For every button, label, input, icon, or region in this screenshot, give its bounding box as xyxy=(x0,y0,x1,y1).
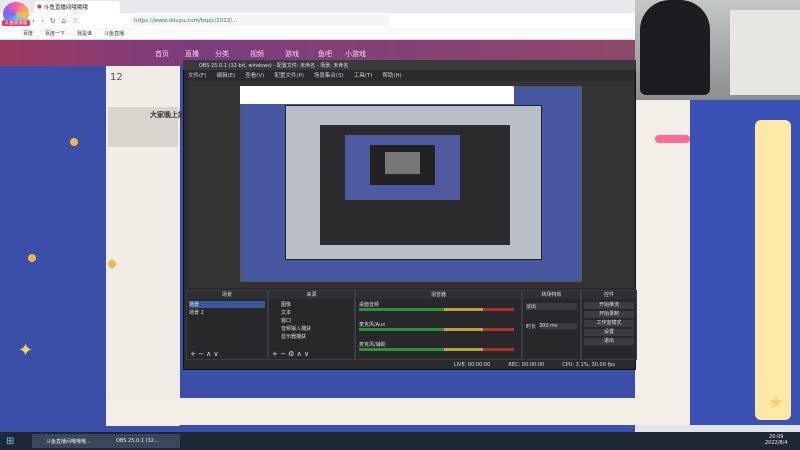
dock-title: 场景 xyxy=(187,291,267,299)
obs-title: OBS 25.0.1 (32-bit, windows) - 配置文件: 未命名… xyxy=(183,60,636,70)
webcam-person xyxy=(640,0,710,95)
menu-item[interactable]: 场景集合(S) xyxy=(314,71,344,79)
refresh-icon[interactable]: ↻ xyxy=(50,17,56,25)
star-icon: ✦ xyxy=(18,340,34,361)
star-icon[interactable]: ☆ xyxy=(72,17,78,25)
nav-item[interactable]: 首页 xyxy=(155,49,169,59)
decor-dot xyxy=(70,138,78,146)
home-icon[interactable]: ⌂ xyxy=(62,17,66,25)
obs-status-bar: LIVE: 00:00:00 REC: 00:00:00 CPU: 3.1%, … xyxy=(184,360,635,369)
address-bar[interactable]: https://www.douyu.com/topic/2022/... xyxy=(130,15,390,26)
webcam-background xyxy=(730,10,800,95)
mixer-track-label: 麦克风/辅助 xyxy=(359,342,386,348)
decor-dot xyxy=(108,260,116,268)
start-recording-button[interactable]: 开始录制 xyxy=(584,311,634,318)
tab-title: 斗鱼直播间哦哦哦 xyxy=(43,5,88,11)
scene-toolbar[interactable]: + − ∧ ∨ xyxy=(190,350,219,358)
taskbar-item-browser[interactable]: 斗鱼直播间哦哦哦... xyxy=(32,434,112,448)
bookmark-item[interactable]: 百度一下 xyxy=(45,30,65,37)
dock-title: 转场特效 xyxy=(523,291,580,299)
chat-button[interactable] xyxy=(655,135,690,143)
source-toolbar[interactable]: + − ⚙ ∧ ∨ xyxy=(272,350,309,358)
source-item[interactable]: 音频输入捕获 xyxy=(281,325,311,332)
chat-panel xyxy=(635,100,690,425)
dock-title: 控件 xyxy=(582,291,636,299)
menu-item[interactable]: 文件(F) xyxy=(188,71,206,79)
clock-date: 2022/8/4 xyxy=(765,440,788,446)
source-item[interactable]: 图像 xyxy=(281,301,291,308)
recursive-capture xyxy=(385,152,420,174)
source-item[interactable]: 文本 xyxy=(281,309,291,316)
transition-select[interactable]: 淡出 xyxy=(526,303,577,310)
nav-item[interactable]: 直播 xyxy=(185,49,199,59)
decor-dot xyxy=(28,254,36,262)
room-title: 大家晚上好 xyxy=(150,111,185,119)
menu-item[interactable]: 编辑(E) xyxy=(216,71,235,79)
forward-icon[interactable]: › xyxy=(41,17,44,25)
bookmark-item[interactable]: 我是谁 xyxy=(77,30,92,37)
browser-tab[interactable]: ● 斗鱼直播间哦哦哦 xyxy=(34,1,120,13)
dock-title: 来源 xyxy=(269,291,354,299)
source-item[interactable]: 显示器捕获 xyxy=(281,333,306,340)
menu-item[interactable]: 工具(T) xyxy=(354,71,373,79)
source-item[interactable]: 窗口 xyxy=(281,317,291,324)
bookmark-item[interactable]: 斗鱼直播 xyxy=(104,30,124,37)
taskbar-item-obs[interactable]: OBS 25.0.1 (32... xyxy=(102,434,180,448)
volume-meter xyxy=(359,328,514,331)
controls-dock: 控件 开始推流 开始录制 工作室模式 设置 退出 xyxy=(581,290,637,360)
dock-title: 混音器 xyxy=(356,291,521,299)
live-time: LIVE: 00:00:00 xyxy=(453,361,491,368)
mixer-track-label: 麦克风/Aux xyxy=(359,322,386,328)
scene-item[interactable]: 场景 xyxy=(189,301,265,308)
room-number: 12 xyxy=(110,72,123,83)
duration-label: 时长 xyxy=(526,324,537,330)
mixer-track-label: 桌面音频 xyxy=(359,302,380,308)
sources-dock: 来源 图像 文本 窗口 音频输入捕获 显示器捕获 + − ⚙ ∧ ∨ xyxy=(268,290,355,360)
exit-button[interactable]: 退出 xyxy=(584,338,634,345)
volume-meter xyxy=(359,308,514,311)
start-icon[interactable]: ⊞ xyxy=(6,436,14,447)
menu-item[interactable]: 配置文件(P) xyxy=(274,71,304,79)
bookmark-bar: 百度 百度一下 我是谁 斗鱼直播 xyxy=(0,28,635,40)
back-icon[interactable]: ‹ xyxy=(32,17,35,25)
menu-item[interactable]: 帮助(H) xyxy=(382,71,401,79)
gift-bar[interactable] xyxy=(106,398,636,425)
settings-button[interactable]: 设置 xyxy=(584,329,634,336)
transitions-dock: 转场特效 淡出 时长 300 ms xyxy=(522,290,581,360)
nav-item[interactable]: 鱼吧 xyxy=(318,49,332,59)
preview-browser-header xyxy=(240,86,514,104)
menu-item[interactable]: 查看(V) xyxy=(245,71,264,79)
cpu-fps: CPU: 3.1%, 30.00 fps xyxy=(562,361,615,368)
star-icon: ★ xyxy=(768,392,785,413)
studio-mode-button[interactable]: 工作室模式 xyxy=(584,320,634,327)
gift-badge-column[interactable] xyxy=(755,120,791,420)
nav-item[interactable]: 视频 xyxy=(250,49,264,59)
nav-item[interactable]: 分类 xyxy=(215,49,229,59)
scene-item[interactable]: 场景 2 xyxy=(189,309,204,316)
bookmark-item[interactable]: 百度 xyxy=(23,30,33,37)
duration-input[interactable]: 300 ms xyxy=(539,323,577,329)
clock: 20:09 2022/8/4 xyxy=(765,434,787,446)
mixer-dock: 混音器 桌面音频 麦克风/Aux 麦克风/辅助 xyxy=(355,290,522,360)
tab-favicon-icon: ● xyxy=(37,4,42,10)
volume-meter xyxy=(359,348,514,351)
start-streaming-button[interactable]: 开始推流 xyxy=(584,302,634,309)
rec-time: REC: 00:00:00 xyxy=(508,361,545,368)
obs-menu-bar: 文件(F) 编辑(E) 查看(V) 配置文件(P) 场景集合(S) 工具(T) … xyxy=(184,70,635,80)
nav-item[interactable]: 小游戏 xyxy=(345,49,366,59)
browser-logo-label: 斗鱼极速版 xyxy=(2,20,30,26)
scenes-dock: 场景 场景 场景 2 + − ∧ ∨ xyxy=(186,290,268,360)
nav-item[interactable]: 游戏 xyxy=(285,49,299,59)
